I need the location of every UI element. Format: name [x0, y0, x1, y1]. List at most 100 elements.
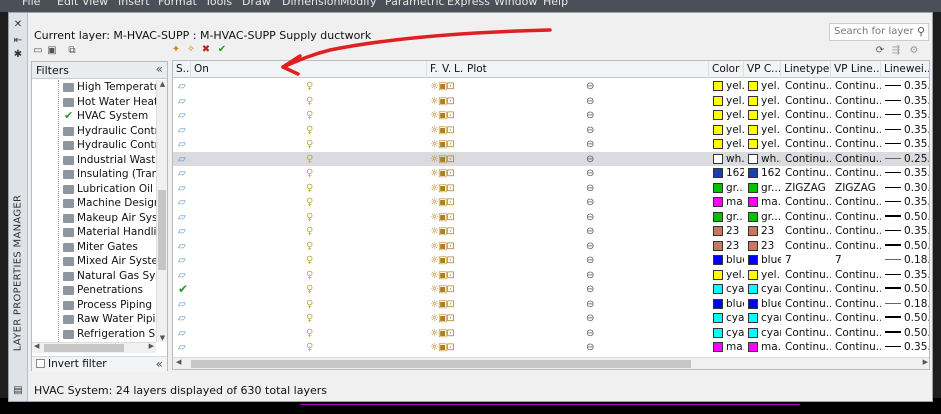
color-cell[interactable]: yel...: [710, 137, 744, 152]
linetype-cell[interactable]: 7: [782, 253, 831, 268]
menu-modify[interactable]: Modify: [340, 0, 376, 8]
status-cell[interactable]: ▱: [175, 152, 191, 167]
color-cell[interactable]: blue: [710, 253, 744, 268]
lightbulb-icon[interactable]: ♀: [306, 241, 313, 252]
filter-tree-item[interactable]: Hot Water Heating: [32, 96, 156, 111]
layer-states-icon[interactable]: ⧉: [65, 45, 79, 57]
menu-express[interactable]: Express: [447, 0, 490, 8]
freeze-vp-lock-cell[interactable]: ☼▣⊡: [427, 152, 467, 167]
unlock-icon[interactable]: ⊡: [446, 313, 454, 324]
printer-icon[interactable]: ⊖: [586, 284, 594, 295]
layer-row[interactable]: ▱♀☼▣⊡⊖yel...yel...Continu...Continu...0.…: [173, 79, 929, 94]
color-cell[interactable]: gr...: [710, 181, 744, 196]
scroll-thumb[interactable]: [158, 190, 166, 270]
vp-color-cell[interactable]: cyan: [745, 311, 781, 326]
col-status[interactable]: S..: [173, 61, 191, 78]
layer-row[interactable]: ▱ ♀ ☼▣⊡ ⊖ 23 23 Continu...Continu... 0.50...: [173, 239, 929, 254]
lineweight-cell[interactable]: 0.50...: [882, 239, 929, 254]
menu-draw[interactable]: Draw: [242, 0, 271, 8]
vp-color-cell[interactable]: yel...: [745, 268, 781, 283]
new-group-filter-icon[interactable]: ▣: [45, 45, 59, 57]
layer-row[interactable]: ▱♀☼▣⊡⊖yel...yel...Continu...Continu...0.…: [173, 137, 929, 152]
lightbulb-icon[interactable]: ♀: [306, 328, 313, 339]
vp-color-cell[interactable]: 162: [745, 166, 781, 181]
lightbulb-icon[interactable]: ♀: [306, 81, 313, 92]
menu-format[interactable]: Format: [158, 0, 197, 8]
printer-icon[interactable]: ⊖: [586, 154, 594, 165]
vp-linetype-cell[interactable]: Continu...: [832, 166, 881, 181]
linetype-cell[interactable]: Continu...: [782, 79, 831, 94]
vp-linetype-cell[interactable]: Continu...: [832, 282, 881, 297]
on-cell[interactable]: ♀: [303, 195, 323, 210]
lightbulb-icon[interactable]: ♀: [306, 299, 313, 310]
scroll-down-icon[interactable]: ▼: [157, 334, 168, 342]
freeze-vp-lock-cell[interactable]: ☼▣⊡: [427, 195, 467, 210]
printer-icon[interactable]: ⊖: [586, 299, 594, 310]
layer-row[interactable]: ▱♀☼▣⊡⊖blueblueContinu...Continu...0.18..…: [173, 297, 929, 312]
unlock-icon[interactable]: ⊡: [446, 328, 454, 339]
lightbulb-icon[interactable]: ♀: [306, 154, 313, 165]
col-on[interactable]: On: [191, 61, 427, 78]
status-cell[interactable]: ▱: [175, 326, 191, 341]
vp-color-cell[interactable]: blue: [745, 297, 781, 312]
col-plot[interactable]: Plot: [464, 61, 709, 78]
vp-color-cell[interactable]: 23: [745, 239, 781, 254]
printer-icon[interactable]: ⊖: [586, 226, 594, 237]
layer-row[interactable]: ▱♀☼▣⊡⊖gr...gr...ZIGZAGZIGZAG0.30...: [173, 181, 929, 196]
status-cell[interactable]: ▱: [175, 210, 191, 225]
plot-cell[interactable]: ⊖: [583, 108, 603, 123]
linetype-cell[interactable]: Continu...: [782, 210, 831, 225]
linetype-cell[interactable]: ZIGZAG: [782, 181, 831, 196]
lineweight-cell[interactable]: 0.35...: [882, 94, 929, 109]
unlock-icon[interactable]: ⊡: [446, 299, 454, 310]
layer-row[interactable]: ▱♀☼▣⊡⊖blueblue770.18...: [173, 253, 929, 268]
autohide-icon[interactable]: ⇤: [12, 35, 24, 47]
lineweight-cell[interactable]: 0.18...: [882, 253, 929, 268]
linetype-cell[interactable]: Continu...: [782, 326, 831, 341]
printer-icon[interactable]: ⊖: [586, 81, 594, 92]
lineweight-cell[interactable]: 0.30...: [882, 181, 929, 196]
menu-view[interactable]: View: [82, 0, 108, 8]
settings-icon[interactable]: ⇶: [889, 45, 903, 57]
lightbulb-icon[interactable]: ♀: [306, 96, 313, 107]
color-cell[interactable]: yel...: [710, 268, 744, 283]
lightbulb-icon[interactable]: ♀: [306, 125, 313, 136]
unlock-icon[interactable]: ⊡: [446, 139, 454, 150]
linetype-cell[interactable]: Continu...: [782, 311, 831, 326]
status-cell[interactable]: ▱: [175, 239, 191, 254]
plot-cell[interactable]: ⊖: [583, 210, 603, 225]
filter-tree-hscroll[interactable]: ◀ ▶: [32, 342, 156, 353]
status-cell[interactable]: ▱: [175, 340, 191, 355]
on-cell[interactable]: ♀: [303, 123, 323, 138]
lineweight-cell[interactable]: 0.50...: [882, 210, 929, 225]
layer-row[interactable]: ▱♀☼▣⊡⊖ma...ma...Continu...Continu...0.35…: [173, 340, 929, 355]
vp-linetype-cell[interactable]: Continu...: [832, 268, 881, 283]
printer-icon[interactable]: ⊖: [586, 197, 594, 208]
linetype-cell[interactable]: Continu...: [782, 282, 831, 297]
freeze-vp-lock-cell[interactable]: ☼▣⊡: [427, 210, 467, 225]
printer-icon[interactable]: ⊖: [586, 110, 594, 121]
filter-tree-item[interactable]: High Temperature: [32, 81, 156, 96]
linetype-cell[interactable]: Continu...: [782, 297, 831, 312]
status-cell[interactable]: ▱: [175, 311, 191, 326]
filter-tree-item[interactable]: Mixed Air System: [32, 255, 156, 270]
lineweight-cell[interactable]: 0.35...: [882, 195, 929, 210]
linetype-cell[interactable]: Continu...: [782, 94, 831, 109]
printer-icon[interactable]: ⊖: [586, 270, 594, 281]
freeze-vp-lock-cell[interactable]: ☼▣⊡: [427, 224, 467, 239]
freeze-vp-lock-cell[interactable]: ☼▣⊡: [427, 326, 467, 341]
unlock-icon[interactable]: ⊡: [446, 241, 454, 252]
sun-icon[interactable]: ☼: [430, 284, 439, 295]
color-cell[interactable]: 23: [710, 239, 744, 254]
vp-linetype-cell[interactable]: Continu...: [832, 297, 881, 312]
layer-row[interactable]: ▱♀☼▣⊡⊖yel...yel...Continu...Continu...0.…: [173, 123, 929, 138]
layer-row[interactable]: ✔♀☼▣⊡⊖cyancyanContinu...Continu...0.50..…: [173, 282, 929, 297]
col-freeze[interactable]: F..: [427, 61, 439, 78]
freeze-vp-lock-cell[interactable]: ☼▣⊡: [427, 181, 467, 196]
sun-icon[interactable]: ☼: [430, 154, 439, 165]
col-linetype[interactable]: Linetype: [781, 61, 831, 78]
lineweight-cell[interactable]: 0.18...: [882, 297, 929, 312]
filter-tree-item[interactable]: Penetrations: [32, 284, 156, 299]
linetype-cell[interactable]: Continu...: [782, 152, 831, 167]
sun-icon[interactable]: ☼: [430, 139, 439, 150]
